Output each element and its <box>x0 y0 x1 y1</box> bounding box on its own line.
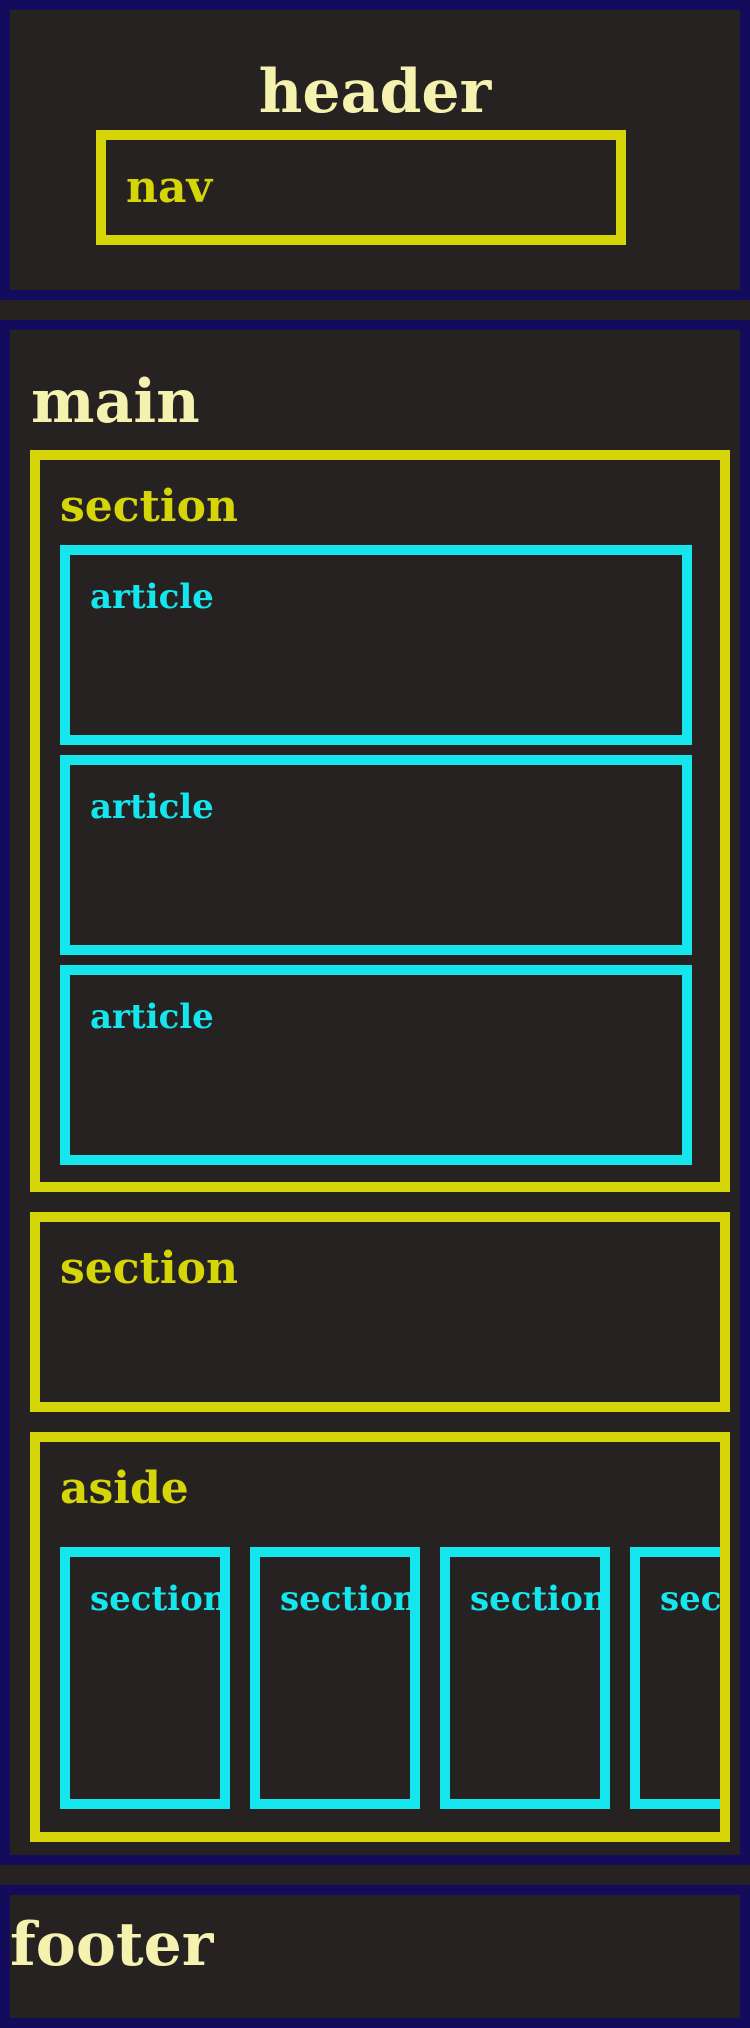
article-block-1: article <box>60 545 692 745</box>
article-block-2: article <box>60 755 692 955</box>
header-label: header <box>258 57 492 127</box>
main-label: main <box>31 367 200 437</box>
aside-section-block-2: section <box>250 1547 420 1809</box>
article-block-3: article <box>60 965 692 1165</box>
aside-block: aside section section section section <box>30 1432 730 1842</box>
article-label-1: article <box>90 577 214 617</box>
aside-label: aside <box>60 1463 189 1514</box>
aside-section-label-2: section <box>280 1579 418 1619</box>
article-label-3: article <box>90 997 214 1037</box>
aside-section-label-1: section <box>90 1579 228 1619</box>
header-block: header nav <box>0 0 750 300</box>
section-block-1: section article article article <box>30 450 730 1192</box>
section-block-2: section <box>30 1212 730 1412</box>
main-block: main section article article article sec… <box>0 320 750 1865</box>
nav-label: nav <box>126 162 213 213</box>
aside-section-block-3: section <box>440 1547 610 1809</box>
footer-label: footer <box>10 1910 214 1980</box>
aside-section-block-4: section <box>630 1547 722 1809</box>
aside-section-label-4: section <box>660 1579 722 1619</box>
article-label-2: article <box>90 787 214 827</box>
aside-section-block-1: section <box>60 1547 230 1809</box>
section-label-2: section <box>60 1243 238 1294</box>
aside-section-label-3: section <box>470 1579 608 1619</box>
section-label-1: section <box>60 481 238 532</box>
footer-block: footer <box>0 1885 750 2028</box>
nav-block: nav <box>96 130 626 245</box>
